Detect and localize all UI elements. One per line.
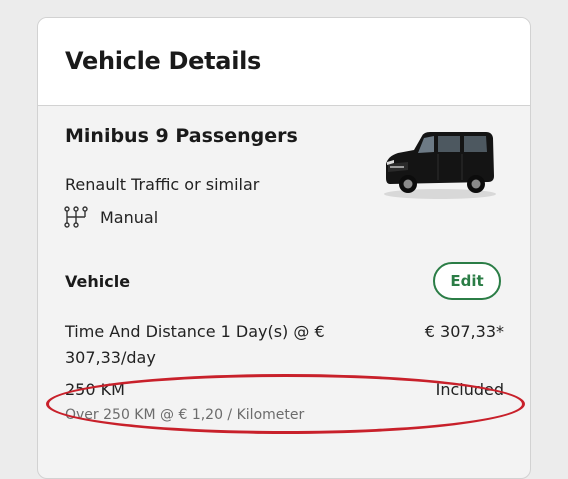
vehicle-section-label: Vehicle	[65, 272, 131, 291]
rate-price: € 307,33*	[424, 322, 504, 341]
card-header: Vehicle Details	[38, 18, 530, 106]
vehicle-name: Minibus 9 Passengers	[65, 125, 298, 147]
vehicle-model: Renault Traffic or similar	[65, 175, 260, 194]
mileage-label: 250 KM	[65, 380, 125, 399]
vehicle-details-card: Vehicle Details Minibus 9 Passengers Ren…	[37, 17, 531, 479]
mileage-status: Included	[435, 380, 504, 399]
gear-shift-icon	[64, 206, 88, 228]
edit-button[interactable]: Edit	[433, 262, 501, 300]
vehicle-image	[384, 132, 496, 199]
transmission-label: Manual	[100, 207, 159, 227]
rate-description: Time And Distance 1 Day(s) @ € 307,33/da…	[65, 322, 325, 367]
card-body: Minibus 9 Passengers Renault Traffic or …	[38, 106, 530, 478]
mileage-extra-charge: Over 250 KM @ € 1,20 / Kilometer	[65, 407, 305, 423]
page-title: Vehicle Details	[65, 47, 262, 75]
transmission-info: Manual	[64, 206, 158, 228]
